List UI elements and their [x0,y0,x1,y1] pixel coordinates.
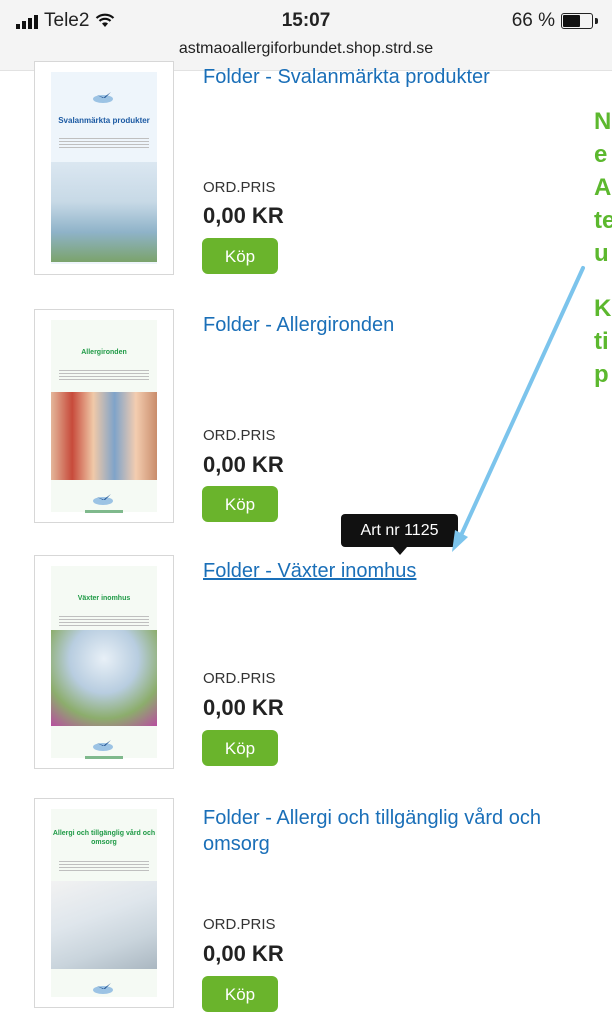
price-label: ORD.PRIS [203,179,276,196]
battery: 66 % [512,10,598,32]
thumbnail-subtitle-lines [59,861,149,871]
buy-button[interactable]: Köp [202,730,278,766]
thumbnail-title: Växter inomhus [77,595,131,602]
product-thumbnail[interactable]: Allergi och tillgänglig vård och omsorg [34,798,174,1008]
annotation-line: u [594,240,609,267]
annotation-line: e [594,141,608,168]
battery-percent: 66 % [511,10,555,31]
annotation-line: te [594,207,612,234]
swallow-logo-icon [93,92,113,103]
product-title-link[interactable]: Folder - Allergi och tillgänglig vård oc… [203,805,593,857]
thumbnail-image [51,392,157,480]
price-label: ORD.PRIS [203,916,276,933]
price-value: 0,00 KR [203,695,284,720]
thumbnail-footer [85,510,123,513]
article-number-tooltip: Art nr 1125 [341,514,458,555]
swallow-logo-icon [93,740,113,751]
price-value: 0,00 KR [203,452,284,477]
annotation-line: N [594,108,612,135]
product-thumbnail[interactable]: Växter inomhus [34,555,174,769]
address-bar-url[interactable]: astmaoallergiforbundet.shop.strd.se [0,40,612,58]
price-value: 0,00 KR [203,203,284,228]
product-thumbnail[interactable]: Svalanmärkta produkter [34,61,174,275]
price-label: ORD.PRIS [203,427,276,444]
thumbnail-subtitle-lines [59,138,149,148]
thumbnail-footer [85,756,123,759]
buy-button[interactable]: Köp [202,238,278,274]
thumbnail-title: Svalanmärkta produkter [58,116,150,125]
thumbnail-subtitle-lines [59,370,149,380]
battery-icon [561,13,593,29]
thumbnail-title: Allergironden [81,349,127,356]
product-title-link[interactable]: Folder - Allergironden [203,312,593,338]
thumbnail-image [51,881,157,969]
product-thumbnail[interactable]: Allergironden [34,309,174,523]
swallow-logo-icon [93,983,113,994]
thumbnail-image [51,162,157,262]
battery-tip [595,18,598,24]
product-title-link[interactable]: Folder - Växter inomhus [203,558,593,584]
swallow-logo-icon [93,494,113,505]
annotation-line: p [594,361,609,388]
buy-button[interactable]: Köp [202,486,278,522]
product-title-link[interactable]: Folder - Svalanmärkta produkter [203,64,593,90]
annotation-text: N e A te u K ti p [594,105,612,391]
thumbnail-title: Allergi och tillgänglig vård och omsorg [52,830,156,846]
price-value: 0,00 KR [203,941,284,966]
thumbnail-subtitle-lines [59,616,149,626]
thumbnail-image [51,630,157,726]
annotation-line: ti [594,328,609,355]
price-label: ORD.PRIS [203,670,276,687]
annotation-line: K [594,295,612,322]
buy-button[interactable]: Köp [202,976,278,1012]
annotation-line: A [594,174,612,201]
